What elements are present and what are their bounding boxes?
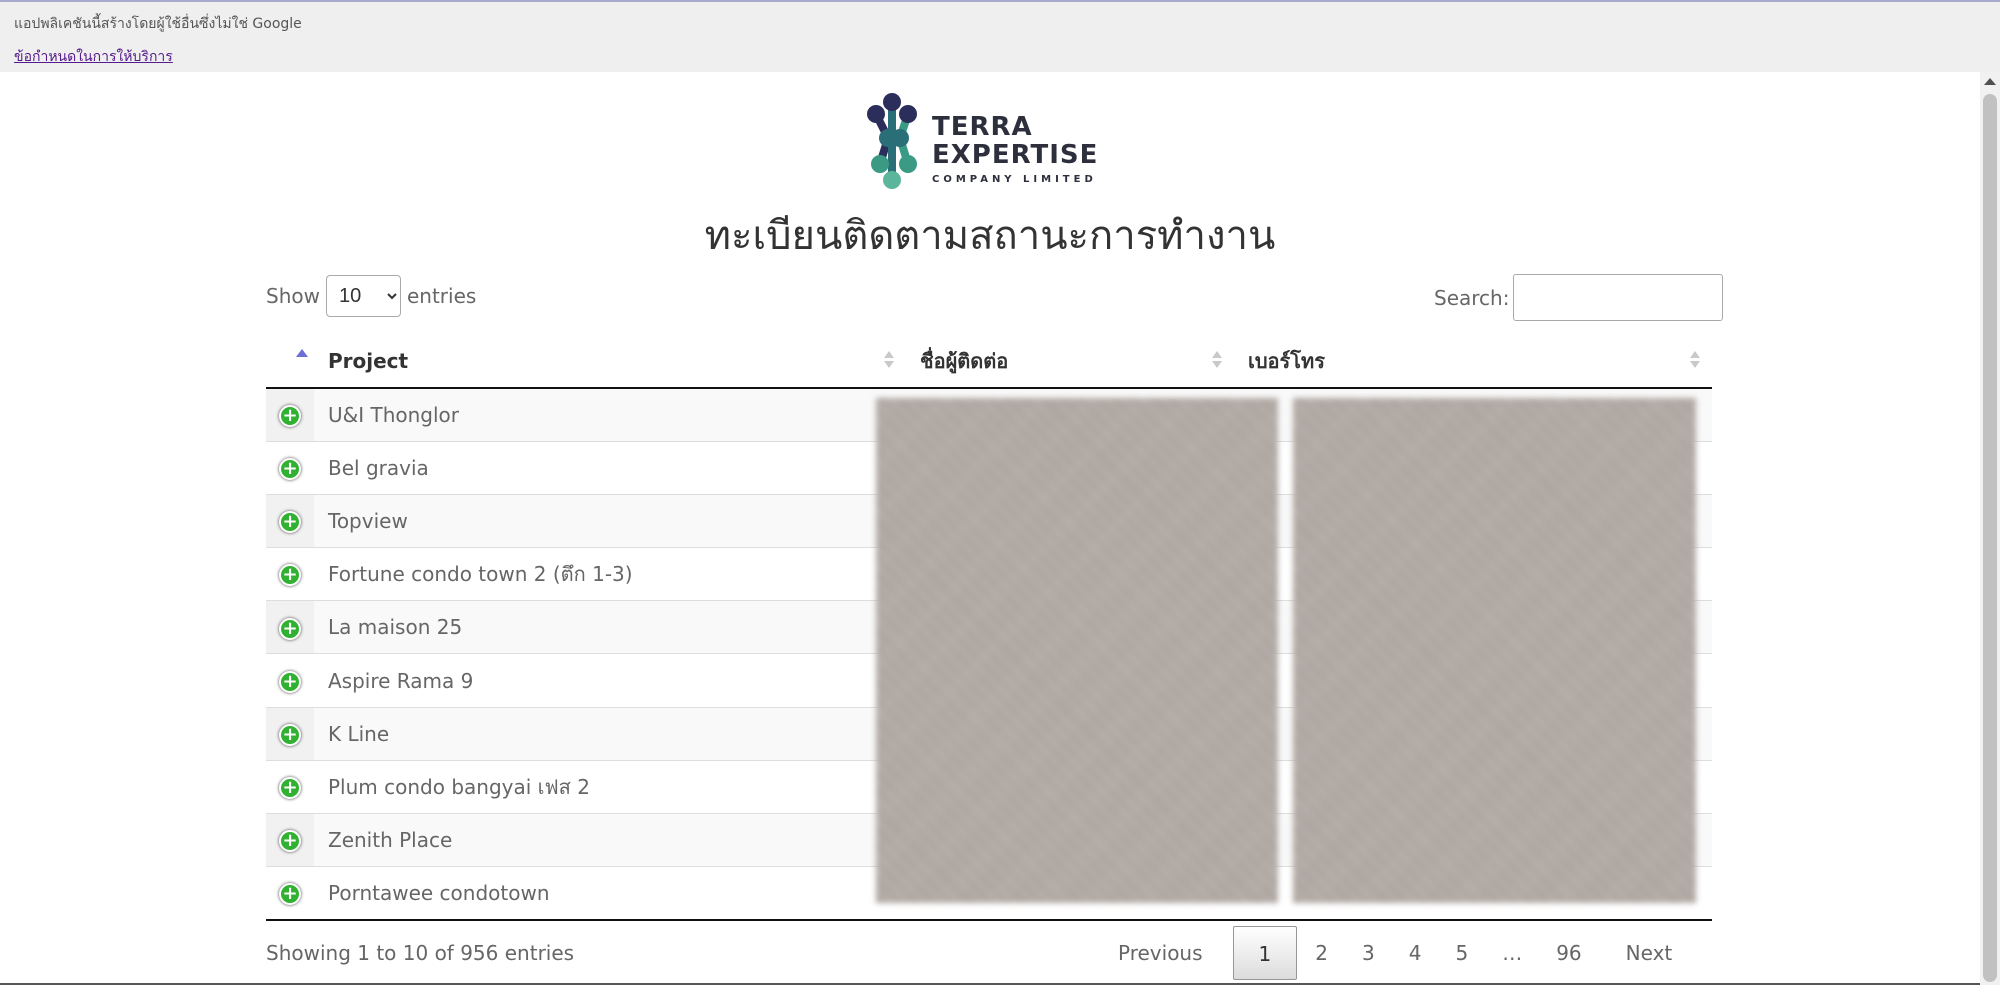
- pagination: Previous 1 2 3 4 5 … 96 Next: [1100, 926, 1688, 980]
- column-header-project-label: Project: [328, 349, 409, 373]
- search-label: Search:: [1434, 285, 1510, 310]
- table-header-row: Project ชื่อผู้ติดต่อ เบอร์โทร: [266, 335, 1712, 389]
- company-logo: TERRA EXPERTISE COMPANY LIMITED: [860, 92, 1120, 192]
- project-cell: Plum condo bangyai เฟส 2: [314, 759, 906, 814]
- project-cell: Porntawee condotown: [314, 866, 906, 921]
- row-expand-cell[interactable]: +: [266, 866, 314, 921]
- show-label: Show: [266, 284, 320, 308]
- project-cell: Topview: [314, 493, 906, 548]
- logo-text-company-limited: COMPANY LIMITED: [932, 174, 1097, 185]
- project-cell: La maison 25: [314, 600, 906, 654]
- logo-mark-icon: [867, 93, 917, 189]
- pagination-page-5[interactable]: 5: [1439, 926, 1484, 980]
- expand-plus-icon[interactable]: +: [279, 883, 301, 906]
- column-header-control[interactable]: [266, 335, 314, 389]
- logo-text-terra: TERRA: [932, 112, 1033, 142]
- expand-plus-icon[interactable]: +: [279, 405, 301, 428]
- pagination-ellipsis: …: [1502, 941, 1523, 965]
- project-cell: Aspire Rama 9: [314, 653, 906, 708]
- column-header-contact-name[interactable]: ชื่อผู้ติดต่อ: [906, 335, 1234, 389]
- scrollbar-thumb[interactable]: [1983, 94, 1997, 982]
- row-expand-cell[interactable]: +: [266, 547, 314, 601]
- terms-of-service-link[interactable]: ข้อกำหนดในการให้บริการ: [14, 46, 173, 68]
- pagination-page-2[interactable]: 2: [1299, 926, 1344, 980]
- project-cell: K Line: [314, 706, 906, 761]
- row-expand-cell[interactable]: +: [266, 387, 314, 442]
- row-expand-cell[interactable]: +: [266, 440, 314, 495]
- google-apps-script-bar: แอปพลิเคชันนี้สร้างโดยผู้ใช้อื่นซึ่งไม่ใ…: [0, 2, 2000, 72]
- project-cell: Zenith Place: [314, 812, 906, 867]
- pagination-page-1[interactable]: 1: [1232, 926, 1298, 980]
- row-expand-cell[interactable]: +: [266, 493, 314, 548]
- entries-length-control: Show 10 entries: [266, 275, 476, 317]
- column-header-project[interactable]: Project: [314, 335, 906, 389]
- project-cell: U&I Thonglor: [314, 387, 906, 442]
- column-header-contact-label: ชื่อผู้ติดต่อ: [920, 349, 1009, 373]
- expand-plus-icon[interactable]: +: [279, 723, 301, 746]
- expand-plus-icon[interactable]: +: [279, 564, 301, 587]
- entries-per-page-select[interactable]: 10: [325, 275, 401, 317]
- entries-label: entries: [406, 284, 477, 308]
- project-cell: Fortune condo town 2 (ตึก 1-3): [314, 547, 906, 601]
- pagination-next-button[interactable]: Next: [1610, 926, 1689, 980]
- logo-text-expertise: EXPERTISE: [932, 140, 1099, 170]
- third-party-notice: แอปพลิเคชันนี้สร้างโดยผู้ใช้อื่นซึ่งไม่ใ…: [14, 16, 302, 32]
- scroll-up-arrow-icon[interactable]: [1984, 78, 1996, 85]
- pagination-page-last[interactable]: 96: [1540, 926, 1597, 980]
- expand-plus-icon[interactable]: +: [279, 830, 301, 853]
- redacted-phone-numbers: [1293, 398, 1696, 903]
- column-header-phone-label: เบอร์โทร: [1248, 349, 1325, 373]
- row-expand-cell[interactable]: +: [266, 812, 314, 867]
- pagination-page-3[interactable]: 3: [1346, 926, 1391, 980]
- expand-plus-icon[interactable]: +: [279, 511, 301, 534]
- column-header-phone[interactable]: เบอร์โทร: [1234, 335, 1712, 389]
- expand-plus-icon[interactable]: +: [279, 670, 301, 693]
- row-expand-cell[interactable]: +: [266, 706, 314, 761]
- redacted-contact-names: [876, 398, 1278, 903]
- vertical-scrollbar[interactable]: [1980, 72, 2000, 985]
- search-input[interactable]: [1513, 274, 1724, 321]
- sort-ascending-icon: [296, 349, 308, 357]
- project-cell: Bel gravia: [314, 440, 906, 495]
- expand-plus-icon[interactable]: +: [279, 777, 301, 800]
- pagination-previous-button[interactable]: Previous: [1102, 926, 1219, 980]
- expand-plus-icon[interactable]: +: [279, 617, 301, 640]
- row-expand-cell[interactable]: +: [266, 653, 314, 708]
- page-title: ทะเบียนติดตามสถานะการทำงาน: [704, 213, 1276, 259]
- row-expand-cell[interactable]: +: [266, 600, 314, 654]
- pagination-page-4[interactable]: 4: [1393, 926, 1438, 980]
- table-info-text: Showing 1 to 10 of 956 entries: [266, 941, 575, 965]
- expand-plus-icon[interactable]: +: [279, 458, 301, 481]
- table-search: Search:: [1434, 274, 1724, 321]
- row-expand-cell[interactable]: +: [266, 759, 314, 814]
